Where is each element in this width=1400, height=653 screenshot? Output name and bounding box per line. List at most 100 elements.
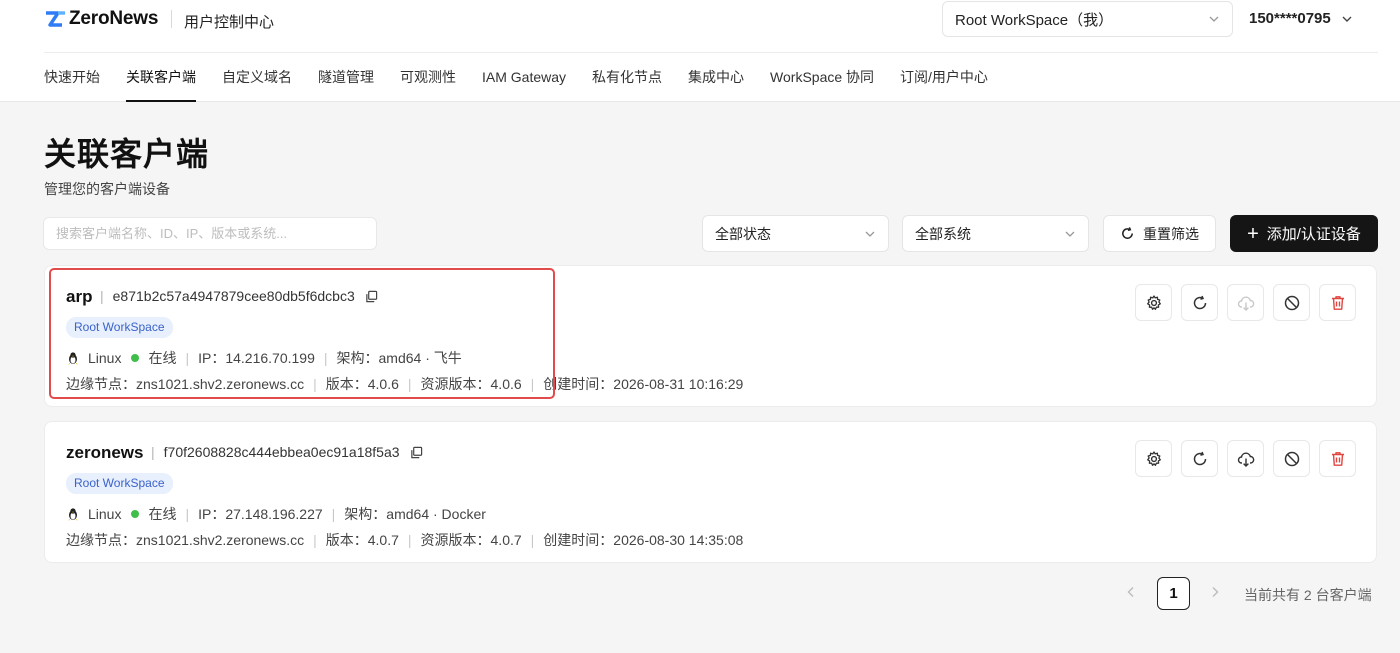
- nav-item-workspace-collab[interactable]: WorkSpace 协同: [770, 53, 874, 102]
- ban-icon: [1284, 451, 1299, 466]
- client-meta-row: Linux 在线 | IP：14.216.70.199 | 架构：amd64 ·…: [66, 348, 462, 368]
- prev-page-icon[interactable]: [1124, 585, 1138, 599]
- online-status-dot: [131, 354, 140, 362]
- disable-button[interactable]: [1273, 284, 1310, 321]
- client-resource-version: 资源版本：4.0.6: [420, 376, 522, 392]
- client-ip: IP：14.216.70.199: [198, 350, 315, 366]
- chevron-down-icon: [1209, 16, 1219, 22]
- main-nav: 快速开始 关联客户端 自定义域名 隧道管理 可观测性 IAM Gateway 私…: [44, 53, 1014, 102]
- workspace-tag: Root WorkSpace: [66, 473, 173, 494]
- client-status: 在线: [148, 506, 177, 522]
- download-button[interactable]: [1227, 440, 1264, 477]
- copy-icon[interactable]: [410, 446, 423, 459]
- settings-button[interactable]: [1135, 284, 1172, 321]
- console-title: 用户控制中心: [184, 14, 275, 31]
- nav-item-tunnels[interactable]: 隧道管理: [318, 53, 374, 102]
- page-subtitle: 管理您的客户端设备: [44, 181, 170, 197]
- page-title: 关联客户端: [44, 136, 210, 172]
- reset-filters-label: 重置筛选: [1143, 225, 1199, 242]
- system-select-value: 全部系统: [915, 225, 971, 242]
- client-created-time: 创建时间：2026-08-31 10:16:29: [543, 376, 744, 392]
- download-button[interactable]: [1227, 284, 1264, 321]
- refresh-icon: [1193, 451, 1206, 465]
- separator: |: [185, 506, 190, 522]
- client-meta-row: Linux 在线 | IP：27.148.196.227 | 架构：amd64 …: [66, 504, 486, 524]
- chevron-down-icon: [1342, 16, 1352, 22]
- disable-button[interactable]: [1273, 440, 1310, 477]
- separator: |: [407, 376, 412, 392]
- client-os: Linux: [88, 350, 122, 366]
- client-id-row: | e871b2c57a4947879cee80db5f6dcbc3: [100, 288, 378, 304]
- total-count: 当前共有 2 台客户端: [1244, 587, 1372, 603]
- client-os: Linux: [88, 506, 122, 522]
- copy-icon[interactable]: [365, 290, 378, 303]
- online-status-dot: [131, 510, 140, 518]
- client-name: arp: [66, 287, 93, 306]
- chevron-down-icon: [1065, 231, 1075, 237]
- delete-button[interactable]: [1319, 440, 1356, 477]
- status-select-value: 全部状态: [715, 225, 771, 242]
- header-divider: [171, 10, 172, 28]
- client-card: zeronews | f70f2608828c444ebbea0ec91a18f…: [44, 421, 1377, 563]
- workspace-select[interactable]: Root WorkSpace（我）: [942, 1, 1233, 37]
- nav-item-subscription[interactable]: 订阅/用户中心: [900, 53, 988, 102]
- separator: |: [407, 532, 412, 548]
- delete-button[interactable]: [1319, 284, 1356, 321]
- plus-icon: +: [1247, 222, 1259, 245]
- client-created-time: 创建时间：2026-08-30 14:35:08: [543, 532, 744, 548]
- client-actions: [1126, 440, 1356, 477]
- cloud-download-icon: [1237, 452, 1254, 467]
- client-arch: 架构：amd64 · Docker: [344, 506, 486, 522]
- gear-icon: [1146, 294, 1161, 310]
- workspace-tag: Root WorkSpace: [66, 317, 173, 338]
- separator: |: [185, 350, 190, 366]
- settings-button[interactable]: [1135, 440, 1172, 477]
- client-actions: [1126, 284, 1356, 321]
- logo[interactable]: ZeroNews: [44, 8, 158, 30]
- separator: |: [331, 506, 336, 522]
- linux-icon: [68, 352, 78, 365]
- nav-item-custom-domain[interactable]: 自定义域名: [222, 53, 292, 102]
- nav-item-observability[interactable]: 可观测性: [400, 53, 456, 102]
- client-card: arp | e871b2c57a4947879cee80db5f6dcbc3 R…: [44, 265, 1377, 407]
- client-arch: 架构：amd64 · 飞牛: [336, 350, 462, 366]
- nav-item-quick-start[interactable]: 快速开始: [44, 53, 100, 102]
- refresh-icon: [1122, 227, 1133, 239]
- separator: |: [530, 532, 535, 548]
- add-device-label: 添加/认证设备: [1266, 226, 1361, 243]
- page-number-current[interactable]: 1: [1157, 577, 1190, 610]
- nav-item-clients[interactable]: 关联客户端: [126, 53, 196, 102]
- separator: |: [100, 288, 104, 304]
- logo-text: ZeroNews: [69, 8, 159, 29]
- client-detail-row: 边缘节点：zns1021.shv2.zeronews.cc | 版本：4.0.7…: [66, 530, 743, 550]
- next-page-icon[interactable]: [1208, 585, 1222, 599]
- system-select[interactable]: 全部系统: [902, 215, 1089, 252]
- client-id-row: | f70f2608828c444ebbea0ec91a18f5a3: [151, 444, 423, 460]
- client-name: zeronews: [66, 443, 144, 462]
- gear-icon: [1146, 450, 1161, 466]
- restart-button[interactable]: [1181, 440, 1218, 477]
- trash-icon: [1331, 295, 1344, 310]
- add-device-button[interactable]: + 添加/认证设备: [1230, 215, 1378, 252]
- nav-item-private-nodes[interactable]: 私有化节点: [592, 53, 662, 102]
- trash-icon: [1331, 451, 1344, 466]
- search-input[interactable]: [43, 217, 377, 250]
- client-detail-row: 边缘节点：zns1021.shv2.zeronews.cc | 版本：4.0.6…: [66, 374, 743, 394]
- cloud-download-icon: [1237, 296, 1254, 311]
- zeronews-logo-icon: [46, 11, 65, 27]
- client-resource-version: 资源版本：4.0.7: [420, 532, 522, 548]
- ban-icon: [1284, 295, 1299, 310]
- client-status: 在线: [148, 350, 177, 366]
- reset-filters-button[interactable]: 重置筛选: [1103, 215, 1216, 252]
- separator: |: [151, 444, 155, 460]
- client-ip: IP：27.148.196.227: [198, 506, 323, 522]
- nav-item-iam-gateway[interactable]: IAM Gateway: [482, 53, 566, 102]
- user-menu[interactable]: 150****0795: [1249, 10, 1353, 27]
- client-version: 版本：4.0.7: [325, 532, 399, 548]
- nav-item-integrations[interactable]: 集成中心: [688, 53, 744, 102]
- client-version: 版本：4.0.6: [325, 376, 399, 392]
- status-select[interactable]: 全部状态: [702, 215, 889, 252]
- chevron-down-icon: [865, 231, 875, 237]
- restart-button[interactable]: [1181, 284, 1218, 321]
- refresh-icon: [1193, 295, 1206, 309]
